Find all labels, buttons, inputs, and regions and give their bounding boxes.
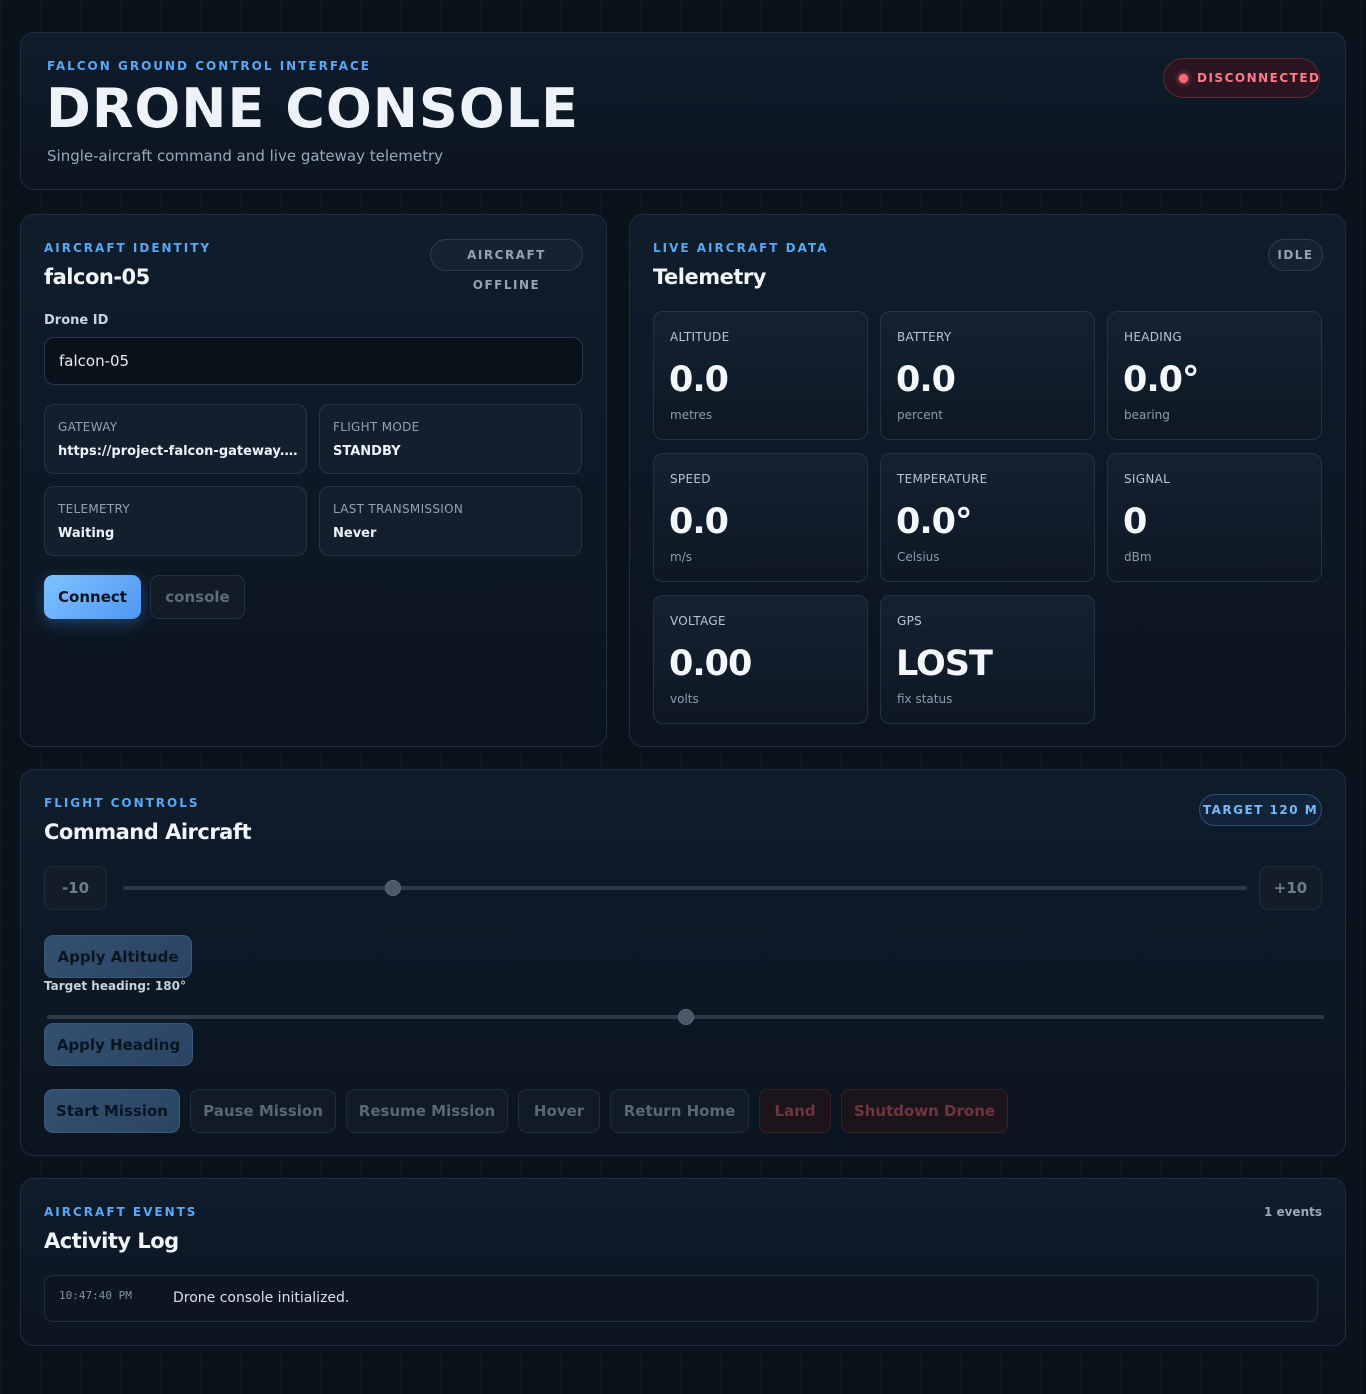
aircraft-status-badge: AIRCRAFT OFFLINE (430, 239, 583, 292)
heading-slider[interactable] (47, 1009, 1324, 1025)
start-mission-button[interactable]: Start Mission (44, 1089, 180, 1133)
target-altitude-badge: TARGET 120 M (1199, 794, 1322, 826)
gateway-value: https://project-falcon-gateway.o... (58, 444, 298, 459)
voltage-metric: VOLTAGE 0.00 volts (653, 595, 868, 724)
header-panel: FALCON GROUND CONTROL INTERFACE DRONE CO… (20, 32, 1346, 190)
altitude-decrement-button[interactable]: -10 (44, 866, 107, 910)
telemetry-eyebrow: LIVE AIRCRAFT DATA (653, 241, 829, 255)
flight-controls-panel: FLIGHT CONTROLS Command Aircraft TARGET … (20, 769, 1346, 1156)
heading-metric: HEADING 0.0° bearing (1107, 311, 1322, 440)
metric-value: 0.00 (669, 644, 752, 684)
signal-metric: SIGNAL 0 dBm (1107, 453, 1322, 582)
heading-slider-thumb[interactable] (677, 1009, 694, 1025)
last-transmission-value: Never (333, 526, 377, 541)
gateway-label: GATEWAY (58, 420, 118, 434)
return-home-button[interactable]: Return Home (610, 1089, 749, 1133)
telemetry-state-label: TELEMETRY (58, 502, 131, 516)
metric-unit: Celsius (897, 550, 940, 564)
telemetry-title: Telemetry (653, 265, 766, 289)
resume-mission-button[interactable]: Resume Mission (346, 1089, 508, 1133)
flight-mode-info: FLIGHT MODE STANDBY (319, 404, 582, 474)
connection-status-text: DISCONNECTED (1197, 71, 1321, 85)
metric-unit: bearing (1124, 408, 1170, 422)
last-transmission-info: LAST TRANSMISSION Never (319, 486, 582, 556)
log-entry-message: Drone console initialized. (173, 1290, 350, 1306)
console-button[interactable]: console (150, 575, 245, 619)
apply-altitude-button[interactable]: Apply Altitude (44, 935, 192, 978)
metric-label: HEADING (1124, 330, 1182, 344)
shutdown-drone-button[interactable]: Shutdown Drone (841, 1089, 1008, 1133)
metric-label: SPEED (670, 472, 711, 486)
log-entry-time: 10:47:40 PM (59, 1289, 132, 1302)
metric-value: 0.0 (669, 360, 729, 400)
header-eyebrow: FALCON GROUND CONTROL INTERFACE (47, 59, 371, 73)
target-heading-label: Target heading: 180° (44, 979, 186, 993)
speed-metric: SPEED 0.0 m/s (653, 453, 868, 582)
drone-id-input[interactable] (44, 337, 583, 385)
controls-eyebrow: FLIGHT CONTROLS (44, 796, 200, 810)
identity-eyebrow: AIRCRAFT IDENTITY (44, 241, 212, 255)
flight-mode-label: FLIGHT MODE (333, 420, 420, 434)
log-eyebrow: AIRCRAFT EVENTS (44, 1205, 198, 1219)
temperature-metric: TEMPERATURE 0.0° Celsius (880, 453, 1095, 582)
last-transmission-label: LAST TRANSMISSION (333, 502, 464, 516)
altitude-increment-button[interactable]: +10 (1259, 866, 1322, 910)
event-count: 1 events (1263, 1205, 1322, 1219)
connect-button[interactable]: Connect (44, 575, 141, 619)
metric-value: 0.0 (669, 502, 729, 542)
metric-unit: m/s (670, 550, 692, 564)
metric-label: BATTERY (897, 330, 952, 344)
flight-mode-value: STANDBY (333, 444, 401, 459)
metric-value: LOST (896, 644, 993, 684)
controls-title: Command Aircraft (44, 820, 252, 844)
metric-value: 0 (1123, 502, 1147, 542)
land-button[interactable]: Land (759, 1089, 831, 1133)
altitude-slider[interactable] (123, 880, 1247, 896)
connection-status-badge: DISCONNECTED (1163, 58, 1320, 98)
telemetry-status-badge: IDLE (1268, 239, 1323, 271)
pause-mission-button[interactable]: Pause Mission (190, 1089, 336, 1133)
metric-label: ALTITUDE (670, 330, 730, 344)
aircraft-identity-panel: AIRCRAFT IDENTITY falcon-05 AIRCRAFT OFF… (20, 214, 607, 747)
metric-unit: dBm (1124, 550, 1152, 564)
altitude-slider-thumb[interactable] (384, 880, 401, 896)
status-dot-icon (1179, 74, 1188, 83)
page-title: DRONE CONSOLE (46, 77, 580, 140)
metric-unit: percent (897, 408, 943, 422)
telemetry-panel: LIVE AIRCRAFT DATA Telemetry IDLE ALTITU… (629, 214, 1346, 747)
metric-label: GPS (897, 614, 923, 628)
gateway-info: GATEWAY https://project-falcon-gateway.o… (44, 404, 307, 474)
telemetry-state-value: Waiting (58, 526, 115, 541)
metric-value: 0.0° (896, 502, 973, 542)
telemetry-state-info: TELEMETRY Waiting (44, 486, 307, 556)
log-entry: 10:47:40 PM Drone console initialized. (44, 1275, 1318, 1322)
metric-label: SIGNAL (1124, 472, 1171, 486)
metric-label: TEMPERATURE (897, 472, 988, 486)
metric-unit: fix status (897, 692, 953, 706)
page-subtitle: Single-aircraft command and live gateway… (47, 147, 444, 165)
hover-button[interactable]: Hover (518, 1089, 600, 1133)
activity-log-panel: AIRCRAFT EVENTS Activity Log 1 events 10… (20, 1178, 1346, 1346)
metric-value: 0.0° (1123, 360, 1200, 400)
altitude-metric: ALTITUDE 0.0 metres (653, 311, 868, 440)
apply-heading-button[interactable]: Apply Heading (44, 1023, 193, 1066)
log-title: Activity Log (44, 1229, 179, 1253)
metric-unit: volts (670, 692, 699, 706)
gps-metric: GPS LOST fix status (880, 595, 1095, 724)
battery-metric: BATTERY 0.0 percent (880, 311, 1095, 440)
drone-id-label: Drone ID (44, 313, 109, 328)
metric-value: 0.0 (896, 360, 956, 400)
metric-label: VOLTAGE (670, 614, 726, 628)
identity-title: falcon-05 (44, 265, 150, 289)
metric-unit: metres (670, 408, 713, 422)
